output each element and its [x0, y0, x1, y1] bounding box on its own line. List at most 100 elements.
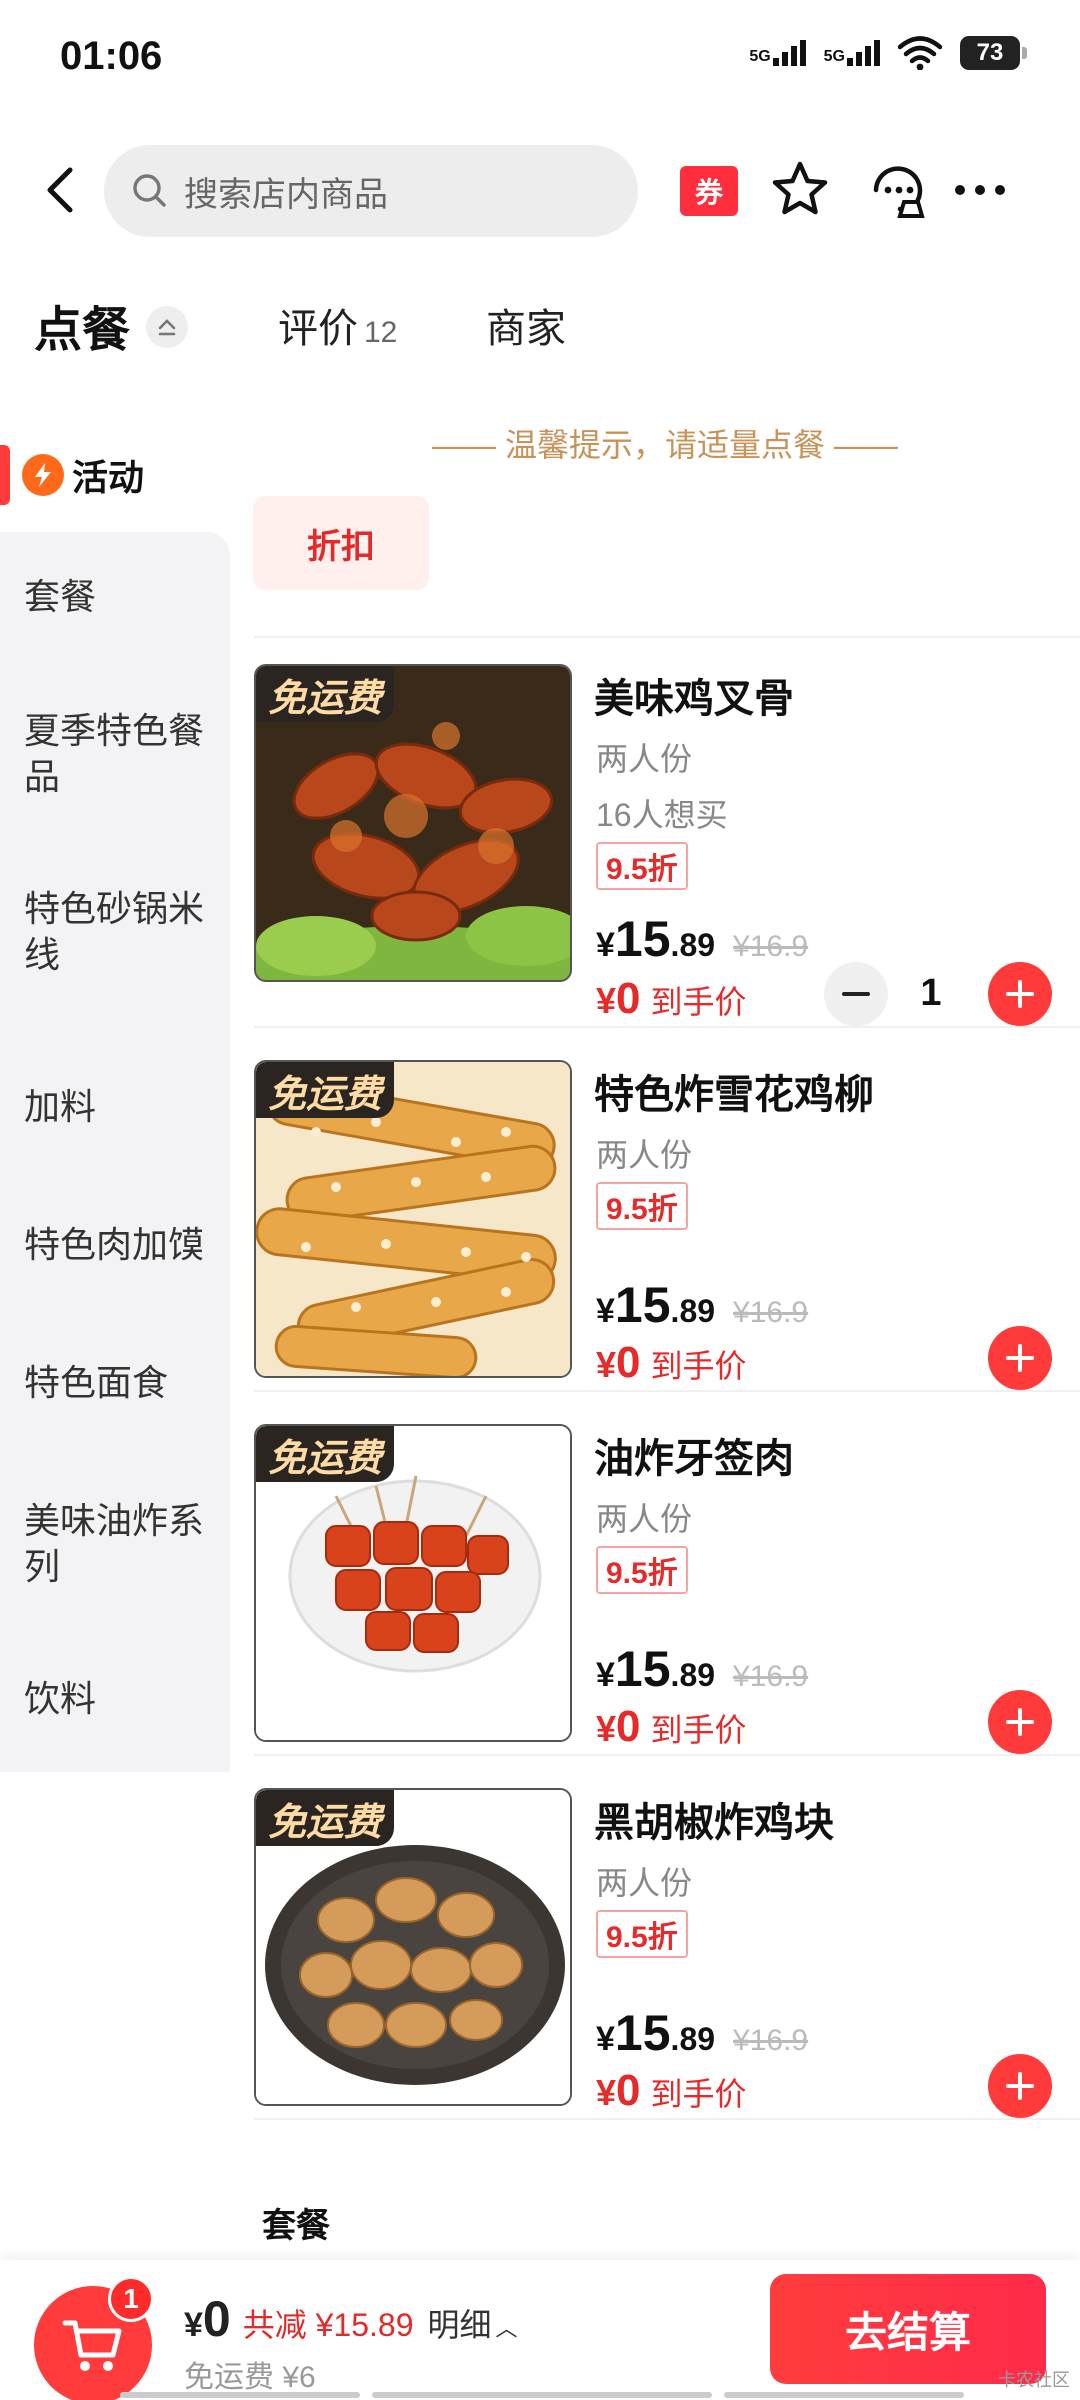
product-serving: 两人份 — [596, 1865, 693, 1901]
discount-filter-tag[interactable]: 折扣 — [253, 496, 429, 590]
free-delivery-badge: 免运费 — [256, 1062, 395, 1118]
sidebar-item-rice-noodle[interactable]: 特色砂锅米线 — [24, 886, 220, 978]
final-price-label: 到手价 — [650, 2076, 747, 2112]
cart-bar: 1 ¥0 共减 ¥15.89 明细 ︿ 免运费 ¥6 去结算 卡农社区 — [0, 2260, 1080, 2400]
final-price-value: 0 — [616, 1338, 641, 1387]
currency-symbol: ¥ — [596, 926, 615, 964]
battery-icon: 73 — [960, 36, 1027, 70]
sidebar-item-extras[interactable]: 加料 — [24, 1084, 220, 1130]
divider — [254, 636, 1080, 638]
discount-badge: 9.5折 — [596, 842, 688, 890]
price-integer: 15 — [614, 1277, 671, 1333]
sidebar-item-drinks[interactable]: 饮料 — [24, 1676, 220, 1722]
currency-symbol: ¥ — [596, 1344, 617, 1385]
saved-amount: 共减 ¥15.89 — [242, 2307, 414, 2343]
product-serving: 两人份 — [596, 1137, 693, 1173]
collapse-icon[interactable] — [146, 306, 188, 348]
price-decimal: .89 — [670, 927, 716, 963]
product-price: ¥15.89 ¥16.9 — [596, 1640, 808, 1698]
home-indicator — [120, 2392, 360, 2398]
signal-label: 5G — [749, 48, 771, 65]
final-price: ¥0 到手价 — [596, 2066, 747, 2116]
divider — [254, 2118, 1080, 2120]
discount-badge: 9.5折 — [596, 1182, 688, 1230]
sidebar-item-activity[interactable]: 活动 — [0, 425, 230, 525]
signal-icon: 5G — [749, 40, 806, 66]
final-price-value: 0 — [616, 2066, 641, 2115]
final-price-value: 0 — [616, 974, 641, 1023]
product-serving: 两人份 — [596, 1501, 693, 1537]
tab-merchant[interactable]: 商家 — [486, 296, 566, 354]
active-indicator — [0, 445, 10, 505]
sidebar-item-combo[interactable]: 套餐 — [24, 574, 220, 620]
add-button[interactable] — [988, 1690, 1052, 1754]
final-price-label: 到手价 — [650, 1712, 747, 1748]
status-icons: 5G 5G 73 — [749, 36, 1027, 70]
add-button[interactable] — [988, 1326, 1052, 1390]
tab-review[interactable]: 评价 12 — [278, 296, 397, 354]
home-indicator — [372, 2392, 712, 2398]
tab-review-label: 评价 — [278, 307, 358, 351]
product-price: ¥15.89 ¥16.9 — [596, 910, 808, 968]
divider — [254, 1754, 1080, 1756]
more-icon[interactable] — [948, 158, 1012, 222]
cart-count-badge: 1 — [108, 2276, 154, 2322]
divider — [254, 1026, 1080, 1028]
product-image: 免运费 — [254, 1424, 572, 1742]
currency-symbol: ¥ — [596, 1292, 615, 1330]
total-value: 0 — [202, 2291, 231, 2347]
notice-text: —— 温馨提示，请适量点餐 —— — [432, 427, 898, 463]
cart-icon — [62, 2320, 122, 2371]
add-button[interactable] — [988, 2054, 1052, 2118]
search-input[interactable]: 搜索店内商品 — [104, 145, 638, 237]
product-serving: 两人份 — [596, 741, 693, 777]
product-card[interactable]: 免运费 特色炸雪花鸡柳 两人份 9.5折 ¥15.89 ¥16.9 ¥0 到手价 — [254, 1060, 1080, 1390]
free-delivery-badge: 免运费 — [256, 666, 395, 722]
discount-badge: 9.5折 — [596, 1910, 688, 1958]
sidebar-item-fried[interactable]: 美味油炸系列 — [24, 1498, 220, 1590]
customer-service-icon[interactable] — [866, 158, 930, 222]
free-delivery-badge: 免运费 — [256, 1790, 395, 1846]
cart-total: ¥0 共减 ¥15.89 明细 ︿ — [184, 2290, 518, 2348]
status-time: 01:06 — [60, 34, 163, 78]
product-image: 免运费 — [254, 1788, 572, 2106]
currency-symbol: ¥ — [596, 1656, 615, 1694]
sidebar-item-noodles[interactable]: 特色面食 — [24, 1360, 220, 1406]
sidebar-item-label: 活动 — [72, 457, 145, 498]
store-tabs: 点餐 评价 12 商家 — [0, 290, 1080, 370]
price-decimal: .89 — [670, 1657, 716, 1693]
product-name: 油炸牙签肉 — [594, 1437, 794, 1481]
currency-symbol: ¥ — [596, 980, 617, 1021]
product-image: 免运费 — [254, 664, 572, 982]
wifi-icon — [898, 36, 942, 70]
home-indicator — [724, 2392, 964, 2398]
discount-badge: 9.5折 — [596, 1546, 688, 1594]
sidebar-item-summer[interactable]: 夏季特色餐品 — [24, 708, 220, 800]
coupon-button[interactable]: 券 — [680, 166, 738, 216]
product-card[interactable]: 免运费 油炸牙签肉 两人份 9.5折 ¥15.89 ¥16.9 ¥0 到手价 — [254, 1424, 1080, 1754]
original-price: ¥16.9 — [733, 930, 809, 963]
search-icon — [133, 174, 166, 207]
add-button[interactable] — [988, 962, 1052, 1026]
product-name: 美味鸡叉骨 — [594, 677, 794, 721]
final-price-value: 0 — [616, 1702, 641, 1751]
currency-symbol: ¥ — [596, 2072, 617, 2113]
signal-icon: 5G — [824, 40, 880, 66]
price-integer: 15 — [614, 2005, 671, 2061]
star-icon[interactable] — [768, 158, 832, 222]
status-bar: 01:06 5G 5G 73 — [0, 0, 1080, 120]
watermark: 卡农社区 — [998, 2370, 1070, 2390]
back-icon[interactable] — [32, 158, 92, 222]
price-decimal: .89 — [670, 2021, 716, 2057]
final-price: ¥0 到手价 — [596, 1702, 747, 1752]
sidebar-item-roujiamo[interactable]: 特色肉加馍 — [24, 1222, 220, 1268]
product-image: 免运费 — [254, 1060, 572, 1378]
detail-link[interactable]: 明细 — [428, 2300, 492, 2346]
product-card[interactable]: 免运费 黑胡椒炸鸡块 两人份 9.5折 ¥15.89 ¥16.9 ¥0 到手价 — [254, 1788, 1080, 2118]
signal-label: 5G — [823, 48, 845, 65]
decrease-button[interactable] — [824, 962, 888, 1026]
tab-order[interactable]: 点餐 — [34, 290, 130, 360]
quantity-value: 1 — [920, 972, 942, 1014]
product-name: 特色炸雪花鸡柳 — [594, 1073, 874, 1117]
product-card[interactable]: 免运费 美味鸡叉骨 两人份 16人想买 9.5折 ¥15.89 ¥16.9 ¥0 到… — [254, 664, 1080, 1026]
